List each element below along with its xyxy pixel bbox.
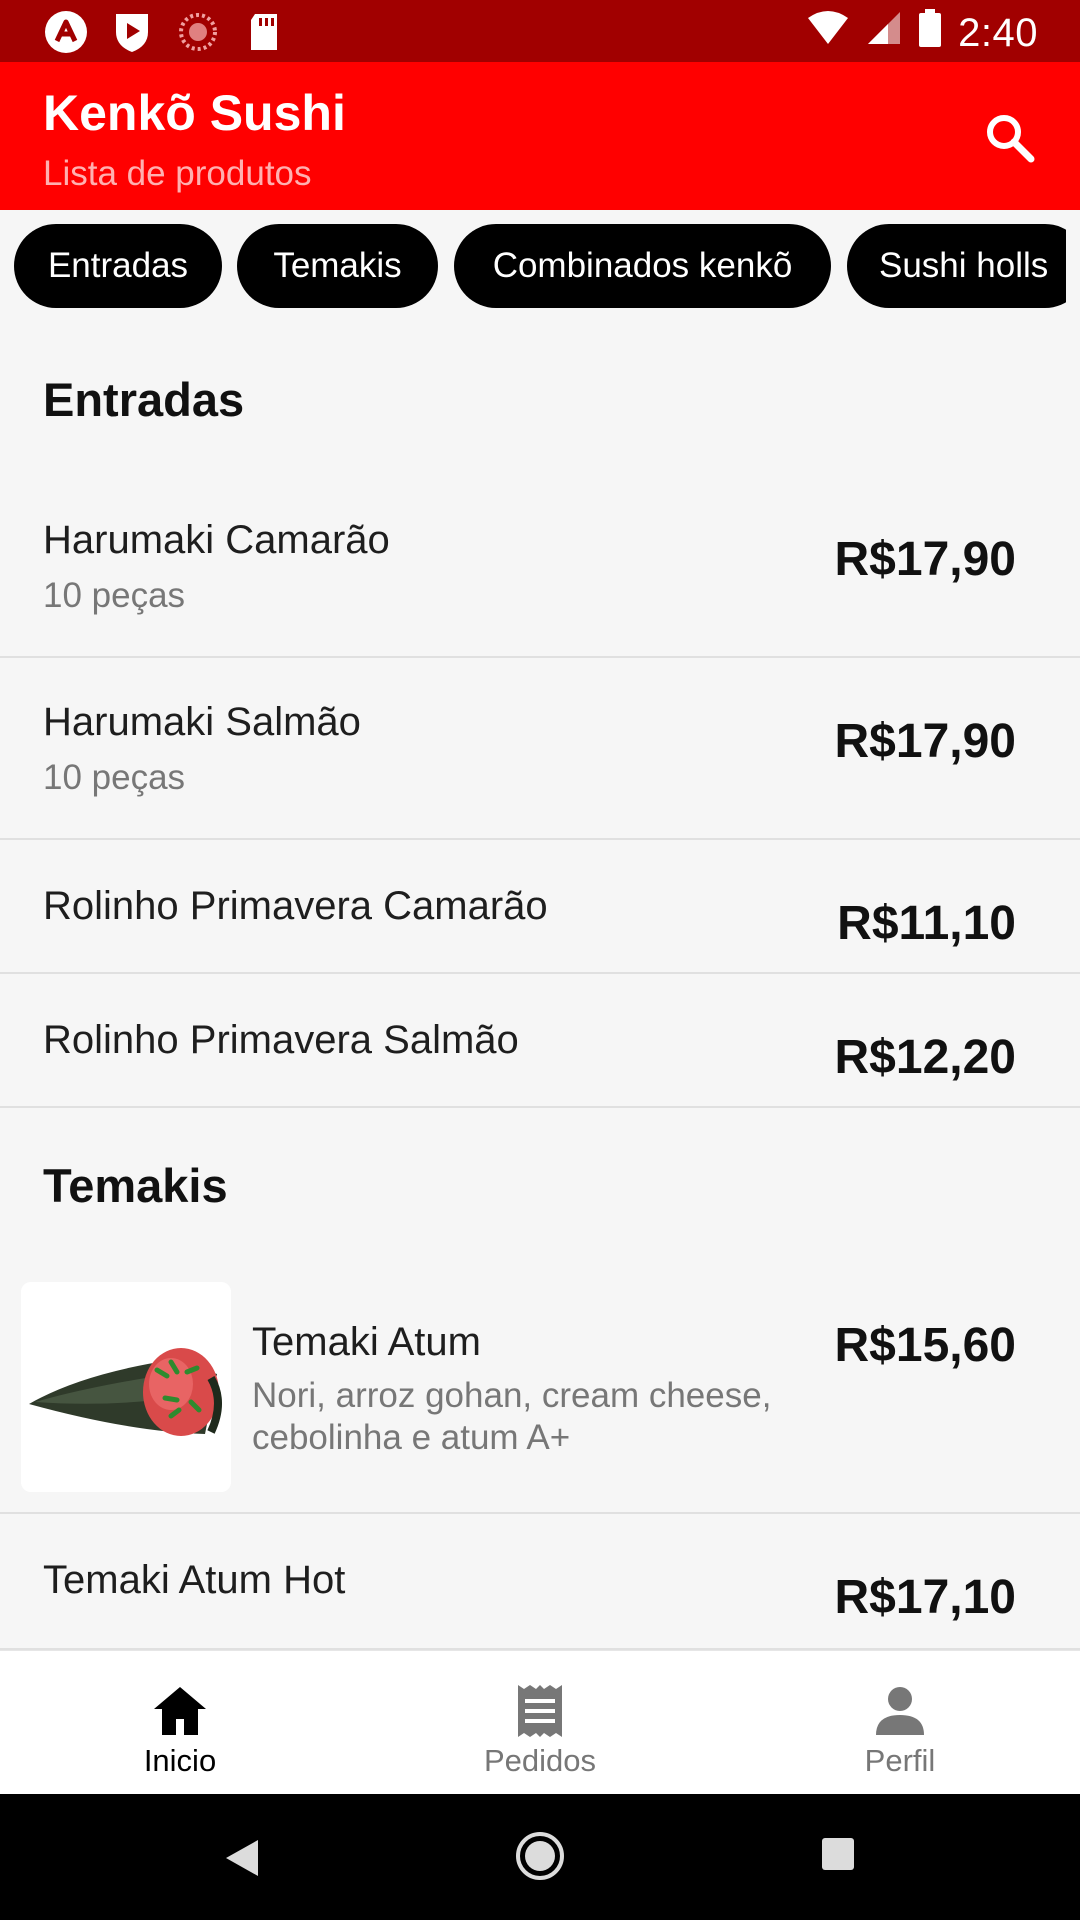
item-price: R$17,90 [834,715,1016,768]
item-name: Harumaki Camarão [43,518,390,562]
nav-label: Perfil [864,1743,936,1778]
sd-card-icon [242,10,286,54]
item-price: R$12,20 [834,1031,1016,1084]
nav-label: Pedidos [483,1743,597,1778]
list-item[interactable]: Rolinho Primavera Camarão R$11,10 [0,840,1080,974]
chip-entradas[interactable]: Entradas [14,224,222,308]
section-title-temakis: Temakis [43,1159,228,1212]
circle-dots-icon [176,10,220,54]
item-name: Rolinho Primavera Camarão [43,884,548,928]
app-bar: Kenkõ Sushi Lista de produtos [0,62,1080,210]
recents-icon[interactable] [820,1836,856,1872]
chip-sushi-holls[interactable]: Sushi holls [847,224,1080,308]
list-item[interactable]: Temaki Atum Nori, arroz gohan, cream che… [0,1282,1080,1514]
item-price: R$15,60 [834,1319,1016,1372]
nav-label: Inicio [143,1743,217,1778]
nav-inicio[interactable]: Inicio [0,1651,360,1795]
nav-pedidos[interactable]: Pedidos [360,1651,720,1795]
search-icon [987,115,1035,163]
back-icon[interactable] [222,1836,262,1880]
signal-icon [866,10,902,56]
item-name: Harumaki Salmão [43,700,361,744]
system-navigation-bar [0,1794,1080,1920]
bottom-navigation: Inicio Pedidos Perfil [0,1650,1080,1794]
receipt-icon [518,1685,562,1737]
item-price: R$17,90 [834,533,1016,586]
list-item[interactable]: Rolinho Primavera Salmão R$12,20 [0,974,1080,1108]
app-subtitle: Lista de produtos [43,154,312,193]
home-button-icon[interactable] [514,1830,566,1882]
item-name: Temaki Atum Hot [43,1558,346,1602]
nav-perfil[interactable]: Perfil [720,1651,1080,1795]
chip-combinados-kenko[interactable]: Combinados kenkõ [454,224,831,308]
section-title-entradas: Entradas [43,373,245,426]
chip-temakis[interactable]: Temakis [237,224,438,308]
wifi-icon [806,10,850,56]
home-icon [154,1687,206,1735]
item-description: Nori, arroz gohan, cream cheese, [252,1376,772,1415]
item-name: Temaki Atum [252,1320,481,1364]
item-description: 10 peças [43,758,186,797]
list-item[interactable]: Harumaki Salmão 10 peças R$17,90 [0,658,1080,840]
list-item[interactable]: Harumaki Camarão 10 peças R$17,90 [0,476,1080,658]
item-name: Rolinho Primavera Salmão [43,1018,519,1062]
person-icon [876,1687,924,1735]
search-button[interactable] [980,108,1040,168]
item-description: cebolinha e atum A+ [252,1418,571,1457]
app-a-icon [44,10,88,54]
app-title: Kenkõ Sushi [43,85,346,141]
clock: 2:40 [958,10,1038,55]
temaki-image [21,1282,231,1492]
item-description: 10 peças [43,576,186,615]
status-bar: 2:40 [0,0,1080,62]
shield-play-icon [110,10,154,54]
item-price: R$17,10 [834,1571,1016,1624]
item-price: R$11,10 [837,897,1016,950]
battery-icon [918,8,942,58]
list-item[interactable]: Temaki Atum Hot R$17,10 [0,1514,1080,1650]
category-chips: Entradas Temakis Combinados kenkõ Sushi … [0,210,1080,322]
